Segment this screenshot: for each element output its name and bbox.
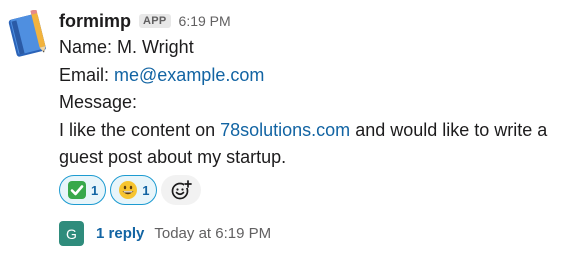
reaction-check[interactable]: 1	[59, 175, 107, 205]
message-content: formimp APP 6:19 PM Name: M. Wright Emai…	[59, 8, 571, 172]
message-header: formimp APP 6:19 PM	[59, 8, 571, 34]
message: formimp APP 6:19 PM Name: M. Wright Emai…	[0, 0, 575, 266]
thread-summary[interactable]: G 1 reply Today at 6:19 PM	[59, 221, 271, 246]
reply-count-link[interactable]: 1 reply	[96, 225, 144, 242]
email-line: Email: me@example.com	[59, 62, 571, 90]
reaction-grin[interactable]: 1	[110, 175, 158, 205]
white-check-mark-icon	[67, 180, 87, 200]
reply-avatar: G	[59, 221, 84, 246]
email-link[interactable]: me@example.com	[114, 65, 264, 85]
reply-timestamp: Today at 6:19 PM	[154, 225, 272, 242]
body-text-part2: and would like to write a	[350, 119, 548, 140]
reactions-bar: 1 1	[59, 175, 202, 205]
message-body-line-1: I like the content on 78solutions.com an…	[59, 117, 571, 145]
message-label: Message:	[59, 92, 138, 112]
reaction-count: 1	[91, 182, 99, 198]
sender-name[interactable]: formimp	[59, 11, 131, 32]
add-reaction-button[interactable]	[161, 175, 202, 205]
notebook-pencil-icon	[8, 9, 46, 57]
name-line: Name: M. Wright	[59, 37, 194, 57]
message-body-line-2: guest post about my startup.	[59, 147, 287, 167]
body-text-part1: I like the content on	[59, 119, 221, 140]
reaction-count: 1	[142, 182, 150, 198]
email-label: Email:	[59, 64, 115, 85]
grinning-face-icon	[118, 180, 138, 200]
app-badge: APP	[139, 14, 171, 28]
message-timestamp[interactable]: 6:19 PM	[179, 13, 231, 29]
website-link[interactable]: 78solutions.com	[220, 120, 350, 140]
add-reaction-icon	[172, 180, 193, 200]
app-avatar[interactable]	[6, 9, 50, 58]
